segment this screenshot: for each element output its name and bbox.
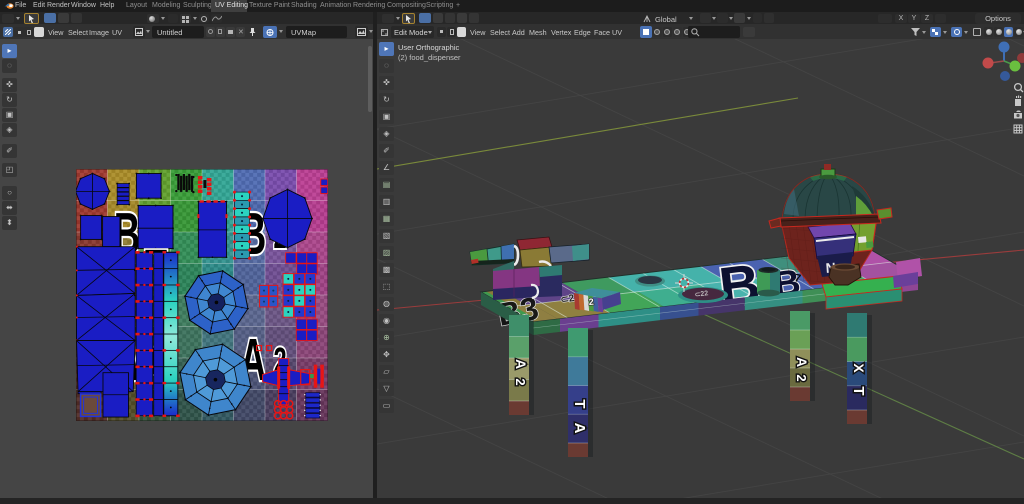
svg-text:A: A bbox=[571, 423, 588, 434]
svg-text:X: X bbox=[851, 363, 867, 373]
svg-text:2: 2 bbox=[794, 374, 809, 381]
svg-text:2: 2 bbox=[588, 297, 594, 307]
svg-text:T: T bbox=[850, 386, 867, 395]
svg-text:A: A bbox=[794, 357, 810, 367]
svg-text:⊂2: ⊂2 bbox=[560, 293, 576, 306]
svg-text:2: 2 bbox=[513, 378, 528, 385]
svg-text:T: T bbox=[571, 399, 588, 408]
svg-text:A: A bbox=[513, 359, 529, 369]
